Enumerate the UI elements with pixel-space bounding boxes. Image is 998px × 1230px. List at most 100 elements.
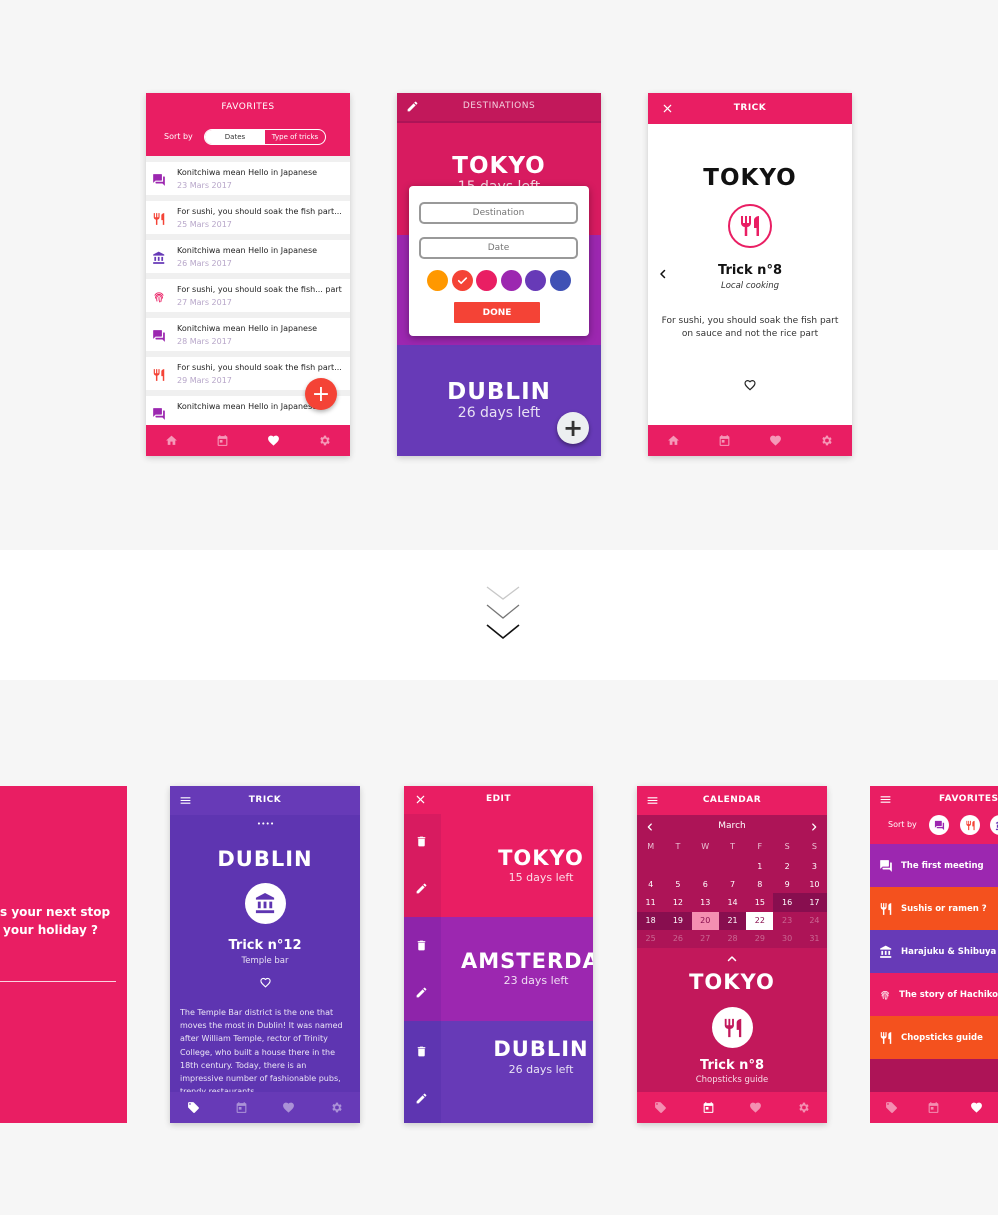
day-cell[interactable]: 11 xyxy=(637,893,664,911)
day-cell[interactable]: 1 xyxy=(746,857,773,875)
filter-food[interactable] xyxy=(960,815,980,835)
day-cell[interactable]: 25 xyxy=(637,930,664,948)
favorite-item[interactable]: The story of Hachiko xyxy=(870,973,998,1016)
day-cell-selected[interactable]: 22 xyxy=(746,911,774,930)
color-swatch-orange[interactable] xyxy=(427,270,448,291)
date-input[interactable] xyxy=(419,237,578,259)
day-cell[interactable]: 4 xyxy=(637,875,664,893)
answer-underline[interactable] xyxy=(0,981,116,982)
trash-icon[interactable] xyxy=(415,1045,428,1058)
color-swatch-purple[interactable] xyxy=(501,270,522,291)
gear-icon[interactable] xyxy=(797,1101,810,1114)
list-item[interactable]: Konitchiwa mean Hello in Japanese 28 Mar… xyxy=(146,318,350,354)
trick-body: The Temple Bar district is the one that … xyxy=(180,1008,343,1093)
day-cell[interactable]: 24 xyxy=(801,912,827,930)
day-cell[interactable]: 10 xyxy=(801,875,827,893)
day-cell[interactable]: 19 xyxy=(664,911,692,930)
heart-icon[interactable] xyxy=(769,434,782,447)
day-cell[interactable]: 27 xyxy=(692,930,719,948)
pencil-icon[interactable] xyxy=(415,986,428,999)
calendar-icon[interactable] xyxy=(718,434,731,447)
gear-icon[interactable] xyxy=(318,434,331,447)
edit-item-dublin[interactable]: DUBLIN 26 days left xyxy=(441,1021,593,1123)
calendar-icon[interactable] xyxy=(927,1101,940,1114)
day-cell[interactable]: 17 xyxy=(800,893,827,912)
favorite-item[interactable]: Chopsticks guide xyxy=(870,1016,998,1059)
day-cell[interactable]: 16 xyxy=(773,893,801,912)
page-title: EDIT xyxy=(485,794,512,804)
sort-option-dates[interactable]: Dates xyxy=(205,130,265,144)
day-cell[interactable]: 18 xyxy=(637,911,665,930)
page-title: DESTINATIONS xyxy=(462,101,536,111)
item-title: Konitchiwa mean Hello in Japanese xyxy=(177,168,318,177)
day-cell[interactable]: 29 xyxy=(746,930,773,948)
tag-icon[interactable] xyxy=(187,1101,200,1114)
color-swatch-deep-purple[interactable] xyxy=(525,270,546,291)
day-cell[interactable]: 30 xyxy=(773,930,800,948)
add-button[interactable]: + xyxy=(557,412,589,444)
day-cell[interactable]: 23 xyxy=(773,912,800,930)
color-swatch-red[interactable] xyxy=(452,270,473,291)
add-button[interactable]: + xyxy=(305,378,337,410)
trash-icon[interactable] xyxy=(415,835,428,848)
day-cell-highlighted[interactable]: 20 xyxy=(691,911,719,930)
home-icon[interactable] xyxy=(667,434,680,447)
menu-icon[interactable] xyxy=(879,793,892,806)
heart-outline-icon[interactable] xyxy=(259,976,272,989)
destination-input[interactable] xyxy=(419,202,578,224)
day-cell[interactable]: 31 xyxy=(801,930,827,948)
favorite-item[interactable]: Sushis or ramen ? xyxy=(870,887,998,930)
filter-museum[interactable] xyxy=(990,815,998,835)
day-cell[interactable]: 14 xyxy=(719,893,746,911)
list-item[interactable]: Konitchiwa mean Hello in Japanese 26 Mar… xyxy=(146,240,350,276)
item-label: The first meeting xyxy=(901,860,984,871)
favorite-item[interactable]: Harajuku & Shibuya xyxy=(870,930,998,973)
tag-icon[interactable] xyxy=(885,1101,898,1114)
chevron-right-icon[interactable] xyxy=(809,822,819,832)
calendar-icon[interactable] xyxy=(702,1101,715,1114)
item-date: 25 Mars 2017 xyxy=(177,220,232,229)
day-cell[interactable]: 12 xyxy=(664,893,691,911)
gear-icon[interactable] xyxy=(330,1101,343,1114)
sort-option-type[interactable]: Type of tricks xyxy=(265,130,325,144)
color-swatch-pink[interactable] xyxy=(476,270,497,291)
chevron-up-icon[interactable] xyxy=(726,953,738,965)
sort-label: Sort by xyxy=(164,132,193,141)
done-button[interactable]: DONE xyxy=(454,302,540,323)
heart-icon[interactable] xyxy=(267,434,280,447)
color-swatch-indigo[interactable] xyxy=(550,270,571,291)
gear-icon[interactable] xyxy=(820,434,833,447)
trash-icon[interactable] xyxy=(415,939,428,952)
home-icon[interactable] xyxy=(165,434,178,447)
list-item[interactable]: For sushi, you should soak the fish... p… xyxy=(146,279,350,315)
day-cell[interactable]: 9 xyxy=(773,875,800,893)
favorite-item[interactable]: The first meeting xyxy=(870,844,998,887)
heart-outline-icon[interactable] xyxy=(743,378,757,392)
day-cell[interactable]: 8 xyxy=(746,875,773,893)
calendar-icon[interactable] xyxy=(216,434,229,447)
heart-icon[interactable] xyxy=(749,1101,762,1114)
bottom-nav xyxy=(146,425,350,456)
day-cell[interactable]: 6 xyxy=(692,875,719,893)
calendar-icon[interactable] xyxy=(235,1101,248,1114)
day-cell[interactable]: 5 xyxy=(664,875,691,893)
day-cell[interactable]: 21 xyxy=(718,911,747,930)
day-cell[interactable]: 28 xyxy=(719,930,746,948)
item-days: 26 days left xyxy=(508,1063,574,1076)
list-item[interactable]: For sushi, you should soak the fish part… xyxy=(146,201,350,237)
pencil-icon[interactable] xyxy=(415,882,428,895)
day-cell[interactable]: 13 xyxy=(692,893,719,911)
heart-icon[interactable] xyxy=(282,1101,295,1114)
day-cell[interactable]: 3 xyxy=(801,857,827,875)
edit-item-amsterdam[interactable]: AMSTERDAM 23 days left xyxy=(441,917,593,1021)
day-cell[interactable]: 15 xyxy=(746,893,773,911)
filter-chat[interactable] xyxy=(929,815,949,835)
tag-icon[interactable] xyxy=(654,1101,667,1114)
edit-item-tokyo[interactable]: TOKYO 15 days left xyxy=(441,814,593,917)
day-cell[interactable]: 26 xyxy=(664,930,691,948)
day-cell[interactable]: 7 xyxy=(719,875,746,893)
list-item[interactable]: Konitchiwa mean Hello in Japanese 23 Mar… xyxy=(146,162,350,198)
day-cell[interactable]: 2 xyxy=(773,857,800,875)
heart-icon[interactable] xyxy=(970,1101,983,1114)
pencil-icon[interactable] xyxy=(415,1092,428,1105)
